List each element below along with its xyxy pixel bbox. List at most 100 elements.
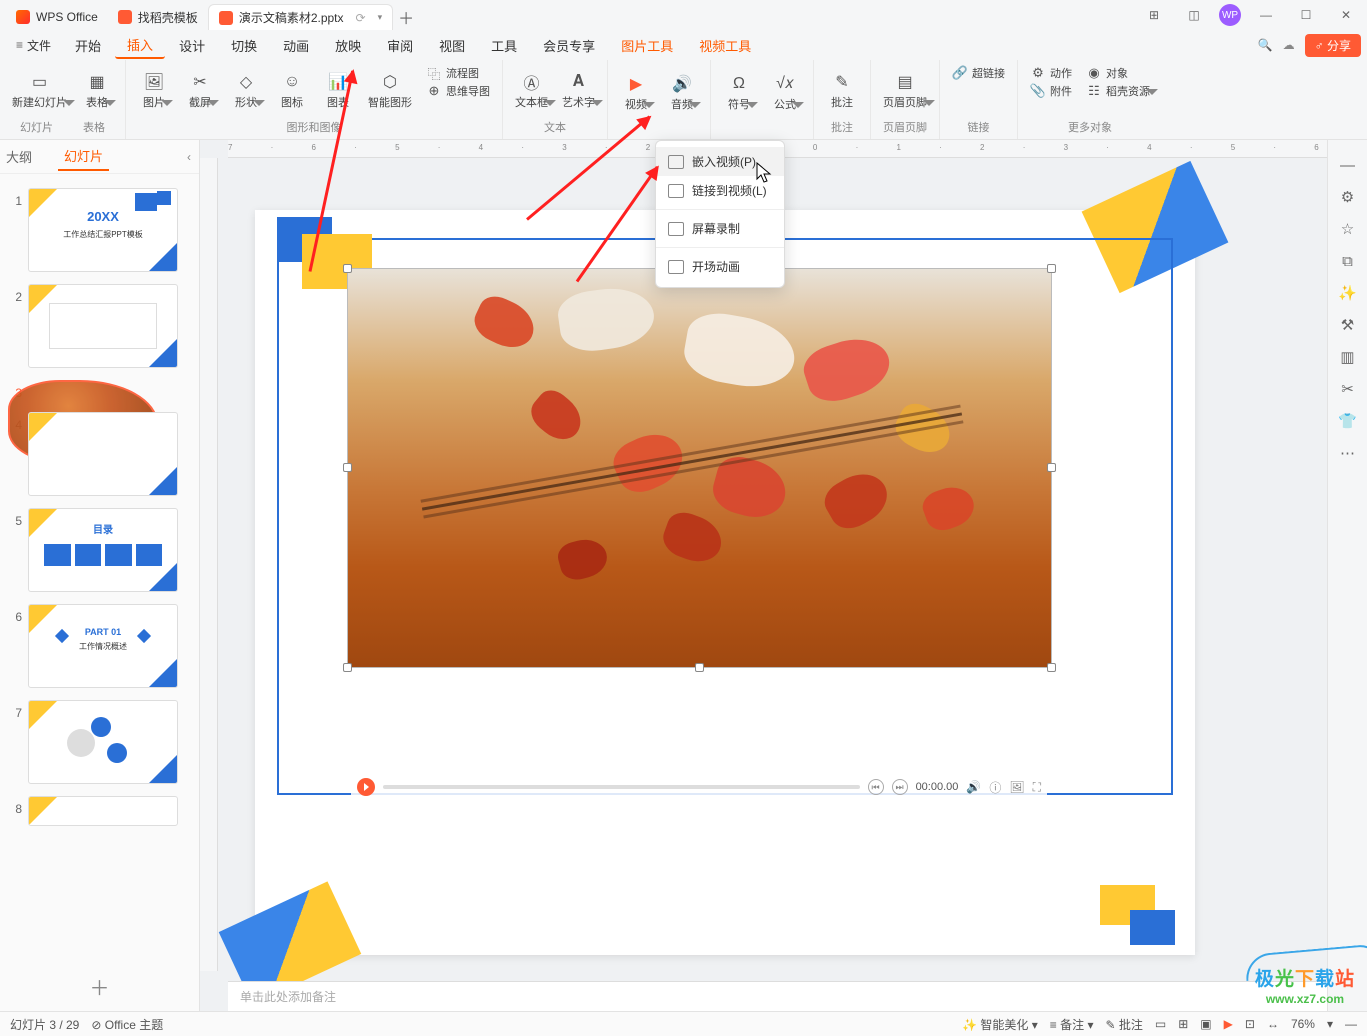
tab-design[interactable]: 设计 — [167, 33, 217, 58]
tab-outline[interactable]: 大纲 — [0, 143, 38, 170]
cube-icon[interactable]: ◫ — [1179, 4, 1209, 26]
view-present-icon[interactable]: ⊡ — [1245, 1017, 1255, 1031]
menu-link-video[interactable]: 链接到视频(L) — [656, 176, 784, 205]
action-button[interactable]: ⚙动作 — [1026, 64, 1076, 82]
tab-show[interactable]: 放映 — [323, 33, 373, 58]
flowchart-button[interactable]: ⿻流程图 — [422, 64, 494, 82]
app-tab-document[interactable]: 演示文稿素材2.pptx⟳▾ — [208, 4, 393, 30]
menu-embed-video[interactable]: 嵌入视频(P) — [656, 147, 784, 176]
mindmap-button[interactable]: ⊕思维导图 — [422, 82, 494, 100]
clip-icon[interactable]: ✂ — [1337, 378, 1359, 400]
picture-icon[interactable]: 🖼 — [1009, 780, 1024, 794]
resize-handle[interactable] — [343, 663, 352, 672]
menu-opening-animation[interactable]: 开场动画 — [656, 252, 784, 281]
slide-thumb-8[interactable] — [28, 796, 178, 826]
zoom-value[interactable]: 76% — [1291, 1017, 1315, 1031]
file-menu[interactable]: ≡文件 — [6, 37, 61, 54]
tab-thumbnails[interactable]: 幻灯片 — [58, 142, 109, 171]
resources-button[interactable]: ☷稻壳资源 — [1082, 82, 1154, 100]
minimize-button[interactable]: — — [1251, 4, 1281, 26]
slide-thumb-6[interactable]: PART 01工作情况概述 — [28, 604, 178, 688]
resize-handle[interactable] — [1047, 264, 1056, 273]
formula-button[interactable]: √𝑥公式 — [765, 64, 805, 121]
slide[interactable]: ⏮ ⏭ 00:00.00 🔊 ⓘ 🖼 ⛶ — [255, 210, 1195, 955]
cloud-icon[interactable]: ☁ — [1283, 38, 1295, 52]
tab-member[interactable]: 会员专享 — [531, 33, 607, 58]
minimize-rail-icon[interactable]: — — [1337, 154, 1359, 176]
video-button[interactable]: ▶视频 — [616, 64, 656, 121]
star-icon[interactable]: ☆ — [1337, 218, 1359, 240]
beautify-button[interactable]: ✨ 智能美化 ▾ — [962, 1016, 1038, 1033]
settings-icon[interactable]: ⚙ — [1337, 186, 1359, 208]
shape-button[interactable]: ◇形状 — [226, 64, 266, 117]
app-tab-wps[interactable]: WPS Office — [6, 4, 108, 30]
resize-handle[interactable] — [343, 463, 352, 472]
thumbnail-list[interactable]: 120XX工作总结汇报PPT模板 2 3 4 5目录 6PART 01工作情况概… — [0, 174, 199, 962]
hyperlink-button[interactable]: 🔗超链接 — [948, 64, 1009, 82]
resize-handle[interactable] — [1047, 663, 1056, 672]
audio-button[interactable]: 🔊音频 — [662, 64, 702, 121]
page-icon[interactable]: ▥ — [1337, 346, 1359, 368]
new-tab-button[interactable]: ＋ — [393, 4, 419, 30]
object-button[interactable]: ◉对象 — [1082, 64, 1154, 82]
comments-toggle[interactable]: ✎ 批注 — [1105, 1016, 1142, 1033]
header-footer-button[interactable]: ▤页眉页脚 — [879, 64, 931, 117]
smartart-button[interactable]: ⬡智能图形 — [364, 64, 416, 117]
view-sorter-icon[interactable]: ⊞ — [1178, 1017, 1188, 1031]
zoom-chevron[interactable]: ▾ — [1327, 1017, 1333, 1031]
slide-thumb-4[interactable] — [28, 412, 178, 496]
view-normal-icon[interactable]: ▭ — [1155, 1017, 1166, 1031]
new-slide-button[interactable]: ▭新建幻灯片 — [8, 64, 71, 117]
slide-thumb-1[interactable]: 20XX工作总结汇报PPT模板 — [28, 188, 178, 272]
picture-button[interactable]: 🖼图片 — [134, 64, 174, 117]
comment-button[interactable]: ✎批注 — [822, 64, 862, 117]
view-slideshow-icon[interactable]: ▶ — [1224, 1017, 1233, 1031]
close-button[interactable]: ✕ — [1331, 4, 1361, 26]
layers-icon[interactable]: ⧉ — [1337, 250, 1359, 272]
shirt-icon[interactable]: 👕 — [1337, 410, 1359, 432]
tab-tools[interactable]: 工具 — [479, 33, 529, 58]
zoom-fit-icon[interactable]: ↔ — [1267, 1017, 1279, 1031]
attachment-button[interactable]: 📎附件 — [1026, 82, 1076, 100]
tab-review[interactable]: 审阅 — [375, 33, 425, 58]
resize-handle[interactable] — [1047, 463, 1056, 472]
more-icon[interactable]: ⋯ — [1337, 442, 1359, 464]
skip-fwd-icon[interactable]: ⏭ — [892, 779, 908, 795]
table-button[interactable]: ▦表格 — [77, 64, 117, 117]
search-icon[interactable]: 🔍 — [1258, 38, 1273, 52]
play-button[interactable] — [357, 778, 375, 796]
icon-button[interactable]: ☺图标 — [272, 64, 312, 117]
video-object[interactable] — [347, 268, 1052, 668]
menu-screen-record[interactable]: 屏幕录制 — [656, 214, 784, 243]
fullscreen-icon[interactable]: ⛶ — [1033, 780, 1041, 795]
tab-start[interactable]: 开始 — [63, 33, 113, 58]
app-tab-templates[interactable]: 找稻壳模板 — [108, 4, 208, 30]
notes-pane[interactable]: 单击此处添加备注 — [228, 981, 1327, 1011]
chart-button[interactable]: 📊图表 — [318, 64, 358, 117]
slide-thumb-7[interactable] — [28, 700, 178, 784]
wordart-button[interactable]: 𝐀艺术字 — [558, 64, 599, 117]
video-track[interactable] — [383, 785, 860, 789]
textbox-button[interactable]: Ⓐ文本框 — [511, 64, 552, 117]
info-icon[interactable]: ⓘ — [989, 779, 1001, 796]
tab-picture-tools[interactable]: 图片工具 — [609, 33, 685, 58]
maximize-button[interactable]: ☐ — [1291, 4, 1321, 26]
slide-thumb-5[interactable]: 目录 — [28, 508, 178, 592]
notes-toggle[interactable]: ≡ 备注 ▾ — [1050, 1016, 1094, 1033]
tab-animation[interactable]: 动画 — [271, 33, 321, 58]
skip-back-icon[interactable]: ⏮ — [868, 779, 884, 795]
tab-transition[interactable]: 切换 — [219, 33, 269, 58]
view-reading-icon[interactable]: ▣ — [1200, 1017, 1211, 1031]
tab-video-tools[interactable]: 视频工具 — [687, 33, 763, 58]
page-indicator[interactable]: 幻灯片 3 / 29 — [10, 1016, 79, 1033]
apps-icon[interactable]: ⊞ — [1139, 4, 1169, 26]
share-button[interactable]: ♂ 分享 — [1305, 34, 1361, 57]
resize-handle[interactable] — [343, 264, 352, 273]
symbol-button[interactable]: Ω符号 — [719, 64, 759, 121]
avatar[interactable]: WP — [1219, 4, 1241, 26]
add-slide-button[interactable]: ＋ — [0, 962, 199, 1011]
zoom-out-icon[interactable]: — — [1345, 1017, 1357, 1031]
collapse-icon[interactable]: ‹ — [187, 150, 191, 164]
screenshot-button[interactable]: ✂截屏 — [180, 64, 220, 117]
volume-icon[interactable]: 🔊 — [966, 780, 981, 794]
